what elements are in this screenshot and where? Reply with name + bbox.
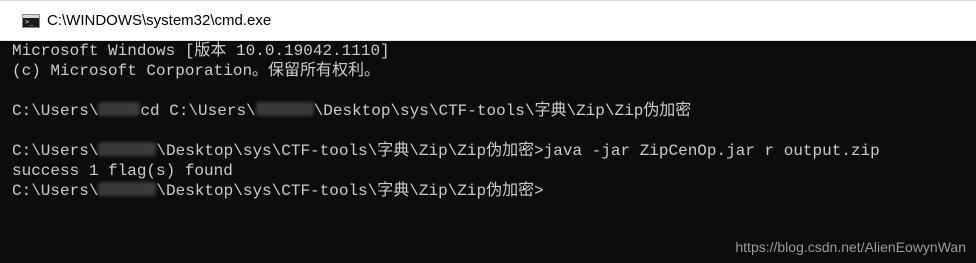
console-line-cd-command: C:\Users\ cd C:\Users\ \Desktop\sys\CTF-to…: [12, 101, 691, 121]
path-prefix: C:\Users\: [12, 142, 99, 160]
console-line-result: success 1 flag(s) found: [12, 162, 233, 180]
console-line-java-command: C:\Users\ \Desktop\sys\CTF-tools\字典\Zip\Z…: [12, 141, 880, 161]
console-line-copyright: (c) Microsoft Corporation。保留所有权利。: [12, 62, 381, 80]
prompt-glyph: >_: [25, 18, 34, 26]
redacted-username: [255, 102, 314, 116]
redacted-username: [98, 102, 141, 116]
console-line-version: Microsoft Windows [版本 10.0.19042.1110]: [12, 42, 390, 60]
prompt-path: \Desktop\sys\CTF-tools\字典\Zip\Zip伪加密>: [156, 182, 544, 200]
redacted-username: [98, 142, 157, 156]
cmd-window: >_ C:\WINDOWS\system32\cmd.exe Microsoft…: [0, 0, 976, 263]
window-title: C:\WINDOWS\system32\cmd.exe: [47, 12, 272, 29]
path-suffix: \Desktop\sys\CTF-tools\字典\Zip\Zip伪加密: [313, 102, 692, 120]
path-prefix: C:\Users\: [12, 182, 99, 200]
cmd-prompt-icon: >_: [22, 14, 40, 28]
title-bar[interactable]: >_ C:\WINDOWS\system32\cmd.exe: [0, 0, 976, 41]
console-line-prompt: C:\Users\ \Desktop\sys\CTF-tools\字典\Zip\Z…: [12, 181, 544, 201]
redacted-username: [98, 182, 157, 196]
watermark-url: https://blog.csdn.net/AlienEowynWan: [735, 239, 966, 255]
java-command-text: \Desktop\sys\CTF-tools\字典\Zip\Zip伪加密>jav…: [156, 142, 880, 160]
path-prefix: C:\Users\: [12, 102, 99, 120]
cd-command-text: cd C:\Users\: [140, 102, 256, 120]
console-output[interactable]: Microsoft Windows [版本 10.0.19042.1110] (…: [0, 41, 976, 263]
